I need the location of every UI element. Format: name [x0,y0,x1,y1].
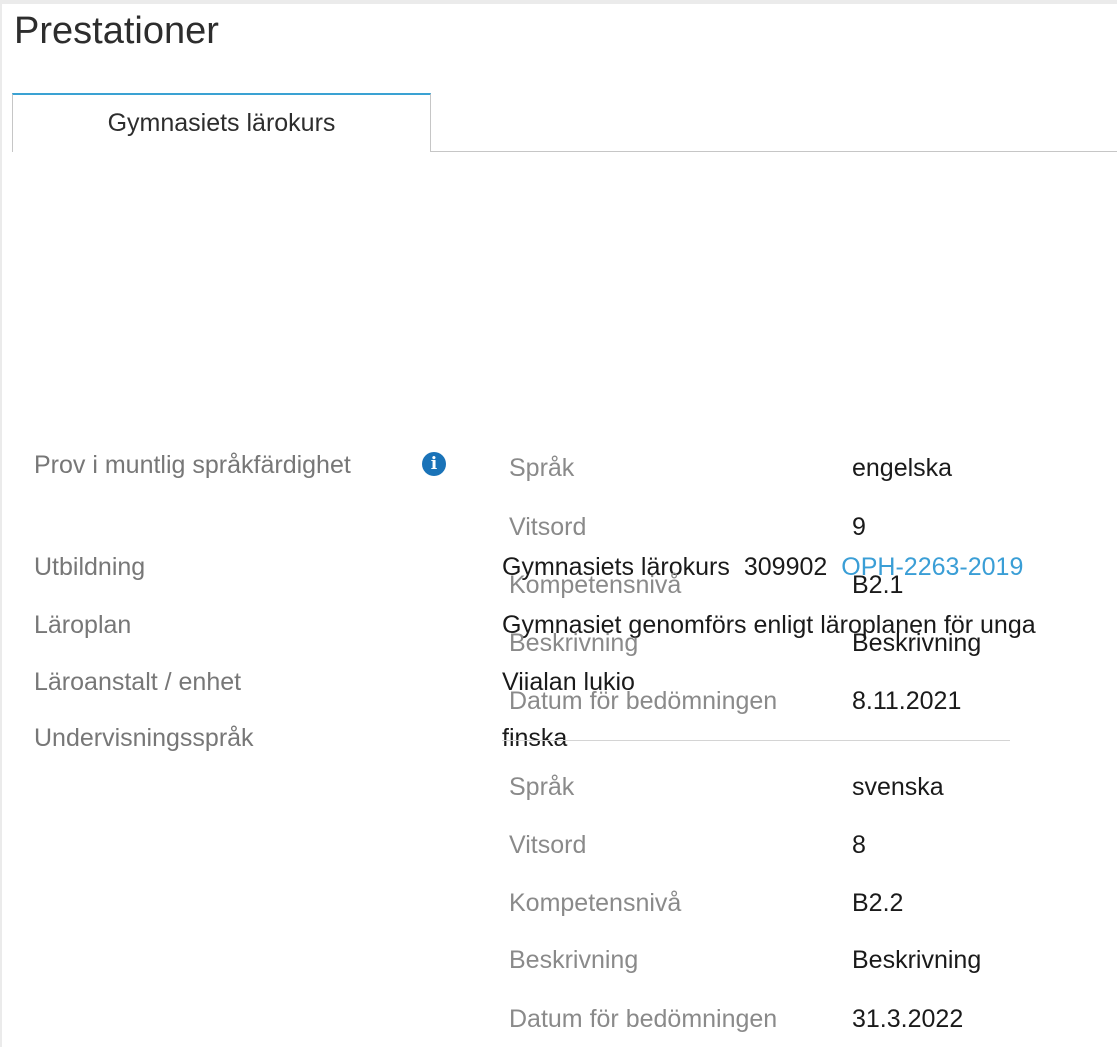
datum-label: Datum för bedömningen [509,687,778,715]
beskrivning-label: Beskrivning [509,946,639,974]
sprak-label: Språk [509,773,575,801]
laroplan-label: Läroplan [34,611,132,639]
datum-value: 8.11.2021 [852,687,962,715]
prov-label: Prov i muntlig språkfärdighet [34,451,351,479]
kompetensniva-label: Kompetensnivå [509,889,682,917]
undervisningssprak-value: finska [502,724,568,752]
sprak-value: svenska [852,773,944,801]
kompetensniva-value: B2.2 [852,889,904,917]
kompetensniva-value: B2.1 [852,571,904,599]
datum-label: Datum för bedömningen [509,1005,778,1033]
page-title: Prestationer [14,10,219,52]
vitsord-value: 9 [852,513,866,541]
tab-gymnasiets-larokurs[interactable]: Gymnasiets lärokurs [12,93,431,151]
kompetensniva-label: Kompetensnivå [509,571,682,599]
info-icon[interactable]: i [422,452,446,476]
undervisningssprak-label: Undervisningsspråk [34,724,254,752]
vitsord-label: Vitsord [509,513,587,541]
vitsord-value: 8 [852,831,866,859]
utbildning-code: 309902 [743,553,828,581]
sprak-label: Språk [509,454,575,482]
entry-divider [502,740,1010,741]
utbildning-label: Utbildning [34,553,146,581]
tab-active-cover [13,150,430,153]
beskrivning-label: Beskrivning [509,629,639,657]
datum-value: 31.3.2022 [852,1005,964,1033]
beskrivning-value: Beskrivning [852,946,982,974]
top-border [0,0,1117,4]
sprak-value: engelska [852,454,953,482]
beskrivning-value: Beskrivning [852,629,982,657]
left-border [0,4,2,1047]
laroanstalt-label: Läroanstalt / enhet [34,668,242,696]
vitsord-label: Vitsord [509,831,587,859]
